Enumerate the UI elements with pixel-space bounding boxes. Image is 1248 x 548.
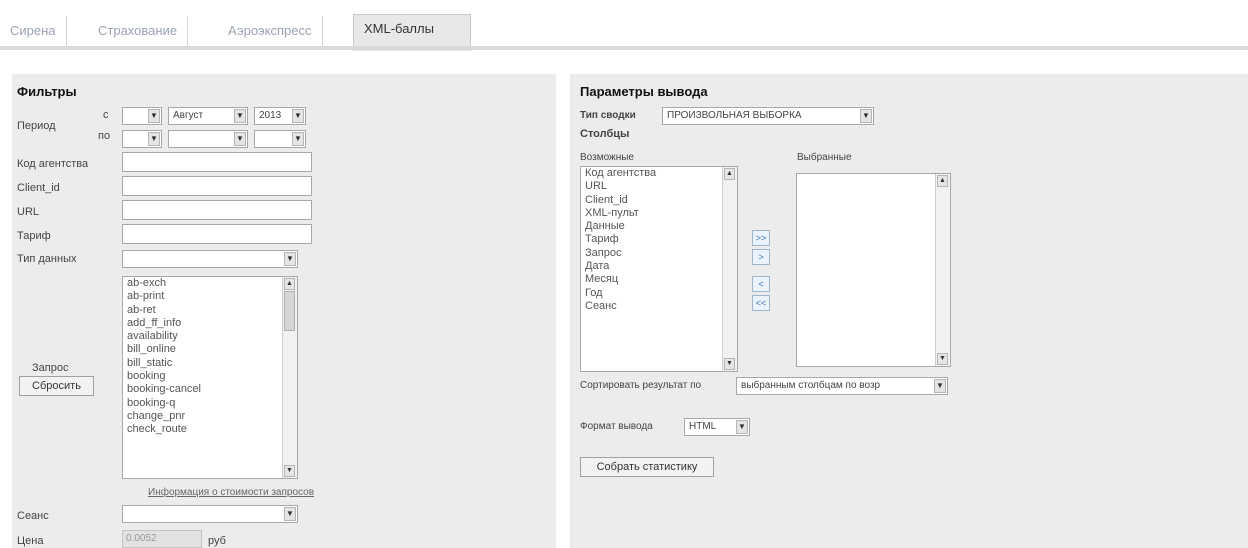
to-month-select[interactable]: ▼: [168, 130, 248, 148]
chevron-down-icon: ▼: [292, 109, 304, 123]
move-all-right-button[interactable]: >>: [752, 230, 770, 246]
request-list-item[interactable]: availability: [123, 330, 297, 343]
agency-code-input[interactable]: [122, 152, 312, 172]
data-type-select[interactable]: ▼: [122, 250, 298, 268]
tab-insurance[interactable]: Страхование: [88, 16, 189, 46]
to-year-select[interactable]: ▼: [254, 130, 306, 148]
url-input[interactable]: [122, 200, 312, 220]
from-year-select[interactable]: 2013 ▼: [254, 107, 306, 125]
request-label: Запрос: [32, 362, 69, 374]
available-columns-listbox[interactable]: Код агентства URL Client_id XML-пульт Данные…: [580, 166, 738, 372]
summary-type-select[interactable]: ПРОИЗВОЛЬНАЯ ВЫБОРКА ▼: [662, 107, 874, 125]
available-scrollbar[interactable]: ▲ ▼: [722, 167, 737, 371]
session-select[interactable]: ▼: [122, 505, 298, 523]
client-id-label: Client_id: [17, 182, 60, 194]
chevron-down-icon: ▼: [292, 132, 304, 146]
tariff-input[interactable]: [122, 224, 312, 244]
request-list-item[interactable]: bill_static: [123, 357, 297, 370]
chevron-down-icon: ▼: [148, 109, 160, 123]
request-list-item[interactable]: booking-cancel: [123, 383, 297, 396]
tab-bar-underline: [0, 46, 1248, 50]
available-column-item[interactable]: Месяц: [581, 273, 737, 286]
move-all-left-button[interactable]: <<: [752, 295, 770, 311]
available-column-item[interactable]: Год: [581, 287, 737, 300]
selected-label: Выбранные: [797, 152, 852, 163]
selected-columns-listbox[interactable]: ▲ ▼: [796, 173, 951, 367]
price-field: 0.0052: [122, 530, 202, 548]
available-column-item[interactable]: Тариф: [581, 233, 737, 246]
period-label: Период: [17, 120, 56, 132]
request-list-item[interactable]: check_route: [123, 423, 297, 436]
chevron-down-icon: ▼: [148, 132, 160, 146]
request-listbox[interactable]: ab-exch ab-print ab-ret add_ff_info availabi…: [122, 276, 298, 479]
filters-title: Фильтры: [17, 84, 77, 99]
request-cost-link[interactable]: Информация о стоимости запросов: [148, 487, 314, 498]
url-label: URL: [17, 206, 40, 218]
request-list-item[interactable]: bill_online: [123, 343, 297, 356]
scroll-down-icon[interactable]: ▼: [724, 358, 735, 370]
collect-statistics-button[interactable]: Собрать статистику: [580, 457, 714, 477]
scroll-up-icon[interactable]: ▲: [937, 175, 948, 187]
request-list-item[interactable]: ab-print: [123, 290, 297, 303]
period-to-label: по: [98, 130, 111, 142]
chevron-down-icon: ▼: [736, 420, 748, 434]
tab-bar: Сирена Страхование Аэроэкспресс XML-балл…: [0, 8, 1248, 51]
request-list-item[interactable]: ab-exch: [123, 277, 297, 290]
request-scrollbar[interactable]: ▲ ▼: [282, 277, 297, 478]
period-from-label: с: [103, 109, 109, 121]
sort-select[interactable]: выбранным столбцам по возр ▼: [736, 377, 948, 395]
chevron-down-icon: ▼: [284, 507, 296, 521]
session-label: Сеанс: [17, 510, 49, 522]
format-select[interactable]: HTML ▼: [684, 418, 750, 436]
chevron-down-icon: ▼: [284, 252, 296, 266]
selected-scrollbar[interactable]: ▲ ▼: [935, 174, 950, 366]
from-month-select[interactable]: Август ▼: [168, 107, 248, 125]
agency-code-label: Код агентства: [17, 158, 89, 170]
move-left-button[interactable]: <: [752, 276, 770, 292]
available-column-item[interactable]: URL: [581, 180, 737, 193]
available-column-item[interactable]: Дата: [581, 260, 737, 273]
scroll-up-icon[interactable]: ▲: [724, 168, 735, 180]
chevron-down-icon: ▼: [234, 109, 246, 123]
chevron-down-icon: ▼: [234, 132, 246, 146]
summary-type-label: Тип сводки: [580, 110, 636, 121]
to-day-select[interactable]: ▼: [122, 130, 162, 148]
price-unit: руб: [208, 535, 226, 547]
available-column-item[interactable]: XML-пульт: [581, 207, 737, 220]
move-right-button[interactable]: >: [752, 249, 770, 265]
client-id-input[interactable]: [122, 176, 312, 196]
tab-sirena[interactable]: Сирена: [0, 16, 67, 46]
format-label: Формат вывода: [580, 421, 653, 432]
chevron-down-icon: ▼: [860, 109, 872, 123]
available-column-item[interactable]: Код агентства: [581, 167, 737, 180]
from-day-select[interactable]: ▼: [122, 107, 162, 125]
scroll-down-icon[interactable]: ▼: [284, 465, 295, 477]
tariff-label: Тариф: [17, 230, 51, 242]
tab-aeroexpress[interactable]: Аэроэкспресс: [218, 16, 323, 46]
chevron-down-icon: ▼: [934, 379, 946, 393]
available-column-item[interactable]: Client_id: [581, 194, 737, 207]
columns-label: Столбцы: [580, 128, 630, 140]
available-column-item[interactable]: Сеанс: [581, 300, 737, 313]
request-list-item[interactable]: booking-q: [123, 397, 297, 410]
available-column-item[interactable]: Данные: [581, 220, 737, 233]
request-list-item[interactable]: ab-ret: [123, 304, 297, 317]
price-label: Цена: [17, 535, 44, 547]
request-list-item[interactable]: add_ff_info: [123, 317, 297, 330]
sort-label: Сортировать результат по: [580, 380, 702, 391]
available-label: Возможные: [580, 152, 634, 163]
request-list-item[interactable]: booking: [123, 370, 297, 383]
reset-button[interactable]: Сбросить: [19, 376, 94, 396]
scroll-down-icon[interactable]: ▼: [937, 353, 948, 365]
data-type-label: Тип данных: [17, 253, 77, 265]
scroll-up-icon[interactable]: ▲: [284, 278, 295, 290]
available-column-item[interactable]: Запрос: [581, 247, 737, 260]
scroll-thumb[interactable]: [284, 291, 295, 331]
request-list-item[interactable]: change_pnr: [123, 410, 297, 423]
output-title: Параметры вывода: [580, 84, 708, 99]
